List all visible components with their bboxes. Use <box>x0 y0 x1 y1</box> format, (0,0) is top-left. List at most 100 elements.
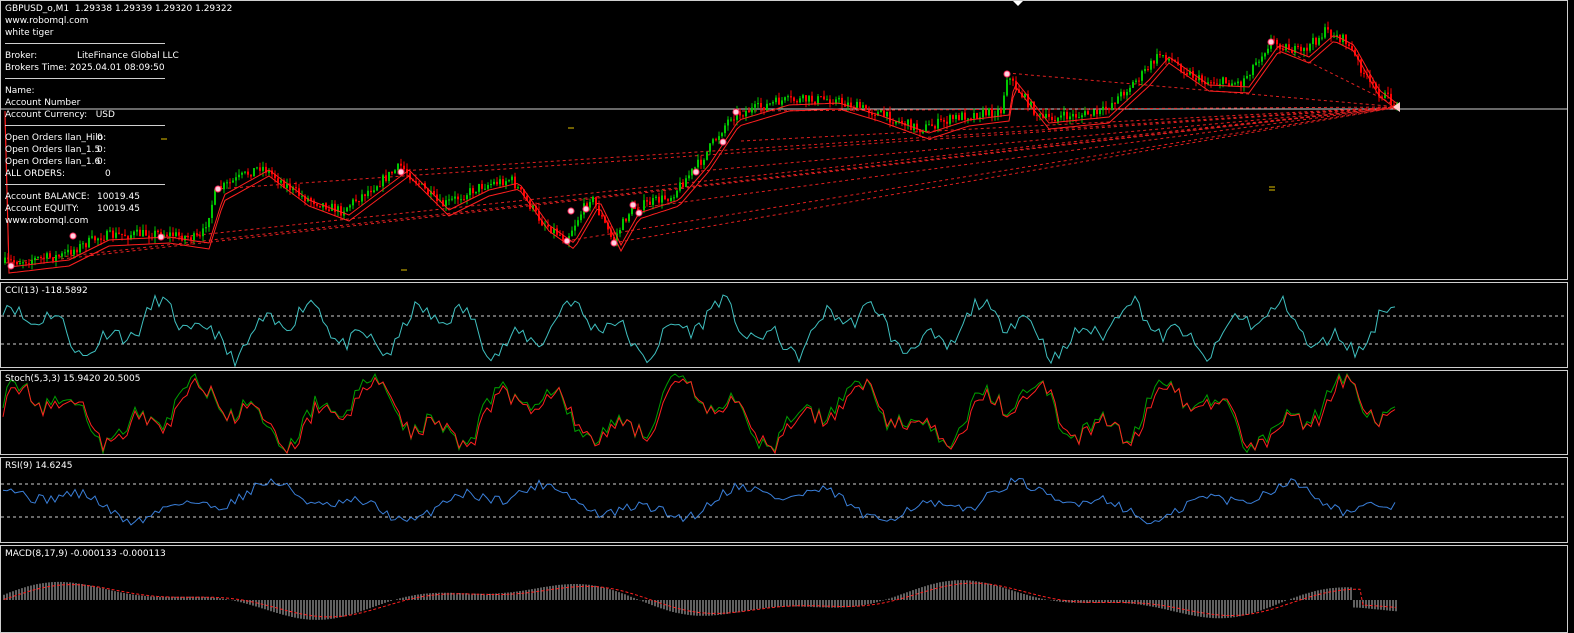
trade-marker <box>692 168 700 176</box>
candle-body <box>712 139 714 144</box>
candle-body <box>985 109 987 116</box>
candle-body <box>331 203 333 211</box>
rsi-pane[interactable]: RSI(9) 14.6245 <box>0 457 1568 543</box>
candle-body <box>1063 111 1065 116</box>
candle-body <box>889 111 891 123</box>
candle-body <box>166 234 168 237</box>
candle-body <box>574 225 576 231</box>
candle-body <box>124 234 126 237</box>
candle-body <box>196 233 198 236</box>
trade-marker <box>610 239 618 247</box>
site-link-top[interactable]: www.robomql.com <box>5 15 179 27</box>
stochastic-chart[interactable] <box>1 371 1568 455</box>
candle-body <box>127 236 129 239</box>
stoch-pane[interactable]: Stoch(5,3,3) 15.9420 20.5005 <box>0 370 1568 455</box>
candle-body <box>1219 83 1221 85</box>
candle-body <box>673 197 675 199</box>
candle-body <box>1039 114 1041 116</box>
site-link-bottom[interactable]: www.robomql.com <box>5 215 179 227</box>
candle-body <box>457 196 459 200</box>
candle-body <box>1126 91 1128 96</box>
candle-body <box>10 259 12 261</box>
candle-body <box>1249 75 1251 77</box>
cci-pane[interactable]: CCI(13) -118.5892 <box>0 282 1568 368</box>
candle-body <box>967 118 969 120</box>
divider <box>5 78 165 79</box>
candle-body <box>79 244 81 253</box>
candle-body <box>973 113 975 119</box>
macd-chart[interactable] <box>1 546 1568 633</box>
time-label: Brokers Time: <box>5 63 67 73</box>
candle-body <box>1276 39 1278 45</box>
candle-body <box>280 180 282 183</box>
candle-body <box>1303 47 1305 52</box>
rsi-chart[interactable] <box>1 458 1568 543</box>
candle-body <box>748 110 750 113</box>
candle-body <box>670 197 672 201</box>
stoch-label: Stoch(5,3,3) 15.9420 20.5005 <box>5 374 141 384</box>
candle-body <box>694 167 696 169</box>
candle-body <box>1327 27 1329 30</box>
candle-body <box>754 104 756 108</box>
candle-body <box>1003 95 1005 114</box>
candle-body <box>796 101 798 103</box>
stoch-main-line <box>2 372 1396 454</box>
candle-body <box>22 262 24 264</box>
candle-body <box>352 199 354 206</box>
candle-body <box>772 102 774 104</box>
candle-body <box>1225 77 1227 84</box>
candle-body <box>262 166 264 171</box>
candle-body <box>67 249 69 253</box>
orders-row: ALL ORDERS: 0 <box>5 168 179 180</box>
candle-body <box>253 168 255 177</box>
candle-body <box>40 257 42 259</box>
candle-body <box>1252 65 1254 76</box>
order-line <box>565 106 1400 242</box>
candle-body <box>1144 69 1146 72</box>
candle-body <box>145 230 147 236</box>
candle-body <box>61 253 63 257</box>
candle-body <box>1387 92 1389 94</box>
candle-body <box>862 105 864 108</box>
candle-body <box>1147 69 1149 71</box>
candle-body <box>1243 78 1245 87</box>
candle-body <box>139 229 141 237</box>
candle-body <box>646 200 648 202</box>
macd-pane[interactable]: MACD(8,17,9) -0.000133 -0.000113 <box>0 545 1568 633</box>
candle-body <box>1216 83 1218 85</box>
candle-body <box>1213 82 1215 84</box>
cci-chart[interactable] <box>1 283 1568 368</box>
candle-body <box>187 236 189 238</box>
candle-body <box>223 182 225 190</box>
currency-label: Account Currency: <box>5 110 88 120</box>
candle-body <box>1264 53 1266 57</box>
candle-body <box>1087 111 1089 115</box>
candle-body <box>349 205 351 208</box>
trade-marker <box>7 262 15 270</box>
candle-body <box>784 97 786 101</box>
main-chart-pane[interactable]: GBPUSD_o,M1 1.29338 1.29339 1.29320 1.29… <box>0 0 1568 280</box>
candle-body <box>1258 61 1260 63</box>
candle-body <box>64 252 66 254</box>
candle-body <box>1261 56 1263 62</box>
cci-label: CCI(13) -118.5892 <box>5 286 88 296</box>
candle-body <box>49 253 51 258</box>
candle-body <box>376 186 378 191</box>
price-chart[interactable] <box>1 1 1568 280</box>
candle-body <box>1120 91 1122 97</box>
candle-body <box>226 182 228 184</box>
broker-row: Broker: LiteFinance Global LLC <box>5 50 179 62</box>
ea-name: white tiger <box>5 28 54 38</box>
candle-body <box>25 262 27 264</box>
candle-body <box>703 159 705 165</box>
candle-body <box>709 143 711 152</box>
trade-marker <box>397 168 405 176</box>
currency-value: USD <box>95 110 115 120</box>
candle-body <box>244 171 246 173</box>
candle-body <box>94 236 96 241</box>
equity-label: Account EQUITY: <box>5 204 80 214</box>
candle-body <box>577 220 579 226</box>
candle-body <box>1363 72 1365 74</box>
candle-body <box>880 110 882 113</box>
candle-body <box>34 257 36 261</box>
